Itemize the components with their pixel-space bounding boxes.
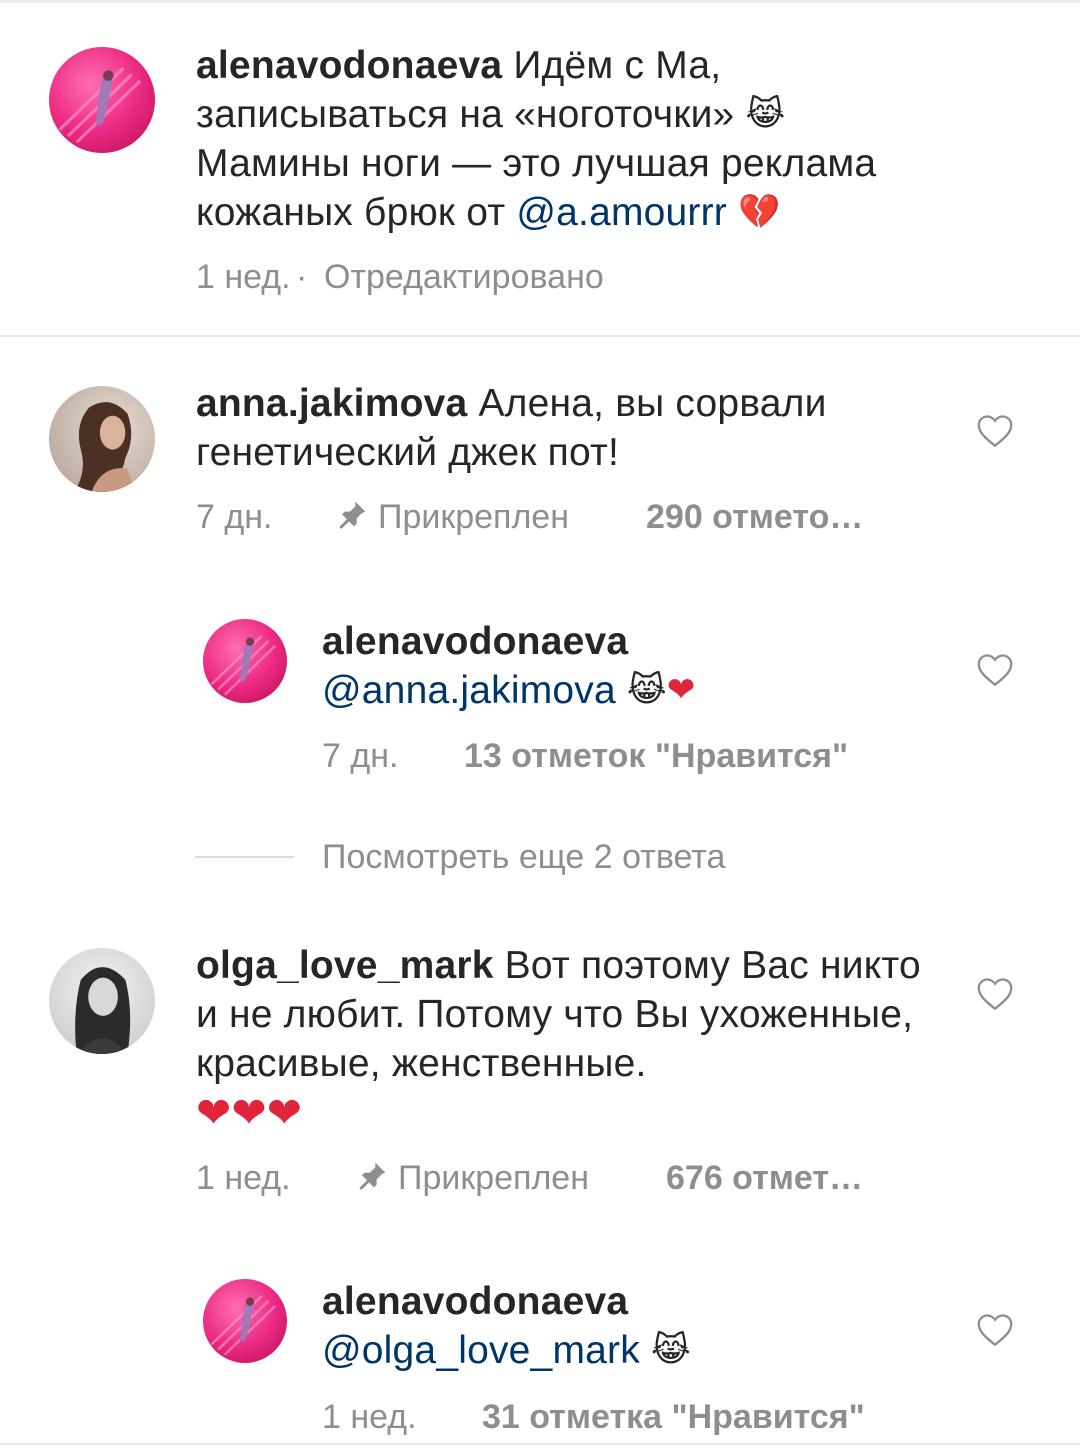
avatar[interactable] (203, 619, 287, 703)
reply-mention[interactable]: @olga_love_mark (322, 1329, 640, 1372)
avatar[interactable] (49, 948, 155, 1054)
caption-time: 1 нед. (196, 258, 291, 296)
reply-mention[interactable]: @anna.jakimova (322, 669, 616, 712)
caption-text: alenavodonaeva Идём с Ма, записываться н… (196, 41, 936, 237)
like-heart-icon[interactable] (976, 414, 1014, 448)
view-more-replies-button[interactable]: Посмотреть еще 2 ответа (195, 838, 795, 882)
thread-line (195, 856, 294, 858)
caption-edited-label: Отредактировано (324, 258, 604, 296)
avatar[interactable] (49, 386, 155, 492)
reply-username[interactable]: alenavodonaeva (322, 1277, 942, 1326)
comment-text: olga_love_mark Вот поэтому Вас никто и н… (196, 941, 936, 1137)
reply-username[interactable]: alenavodonaeva (322, 617, 942, 666)
reply-likes[interactable]: 31 отметка "Нравится" (482, 1398, 865, 1437)
divider (0, 335, 1080, 337)
post-caption: alenavodonaeva Идём с Ма, записываться н… (0, 0, 1080, 336)
reply-time: 1 нед. (322, 1398, 417, 1436)
caption-username[interactable]: alenavodonaeva (196, 44, 502, 87)
comment-time: 7 дн. (196, 498, 273, 536)
cat-tears-emoji: 😹 (626, 670, 667, 710)
caption-separator: · (296, 258, 308, 296)
comment-username[interactable]: anna.jakimova (196, 382, 467, 425)
broken-heart-emoji: 💔 (738, 192, 781, 232)
like-heart-icon[interactable] (976, 653, 1014, 687)
pin-icon (336, 499, 368, 531)
like-heart-icon[interactable] (976, 977, 1014, 1011)
caption-mention[interactable]: @a.amourrr (516, 191, 727, 234)
cat-tears-emoji: 😹 (650, 1330, 691, 1370)
comment-username[interactable]: olga_love_mark (196, 944, 494, 987)
cat-tears-emoji: 😹 (745, 94, 786, 134)
view-more-replies-label: Посмотреть еще 2 ответа (322, 838, 726, 876)
reply-time: 7 дн. (322, 737, 399, 775)
pinned-label: Прикреплен (336, 498, 569, 537)
red-hearts-emoji: ❤❤❤ (196, 1088, 303, 1137)
like-heart-icon[interactable] (976, 1313, 1014, 1347)
comment-likes[interactable]: 290 отмето… (646, 498, 863, 537)
reply-likes[interactable]: 13 отметок "Нравится" (464, 737, 848, 776)
avatar[interactable] (49, 47, 155, 153)
bottom-edge (0, 1443, 1080, 1445)
pinned-label: Прикреплен (356, 1159, 589, 1198)
reply-text: alenavodonaeva @anna.jakimova 😹❤ (322, 617, 942, 715)
avatar[interactable] (203, 1279, 287, 1363)
comment-text: anna.jakimova Алена, вы сорвали генетиче… (196, 379, 916, 477)
comment-time: 1 нед. (196, 1159, 291, 1197)
red-heart-emoji: ❤ (666, 670, 696, 710)
pin-icon (356, 1160, 388, 1192)
comment-likes[interactable]: 676 отмет… (666, 1159, 863, 1198)
reply-text: alenavodonaeva @olga_love_mark 😹 (322, 1277, 942, 1375)
